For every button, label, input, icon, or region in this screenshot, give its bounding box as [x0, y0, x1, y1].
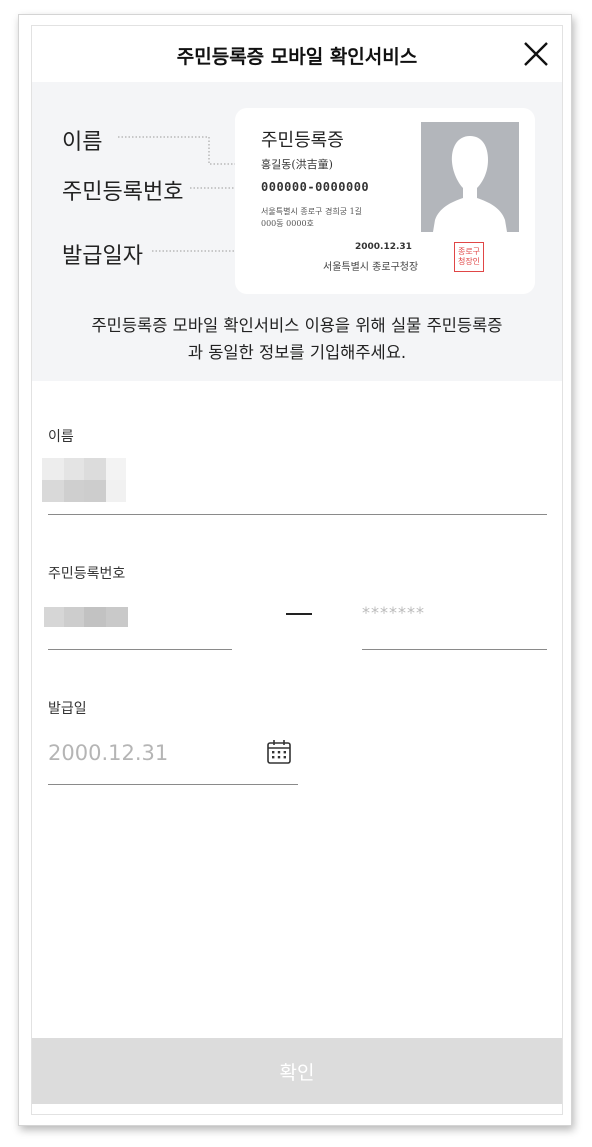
calendar-button[interactable]	[266, 739, 292, 765]
app-screen: 주민등록증 모바일 확인서비스 이름 주민등록번호 발급일자 주민등록증 홍길동…	[31, 25, 563, 1115]
issue-date-underline	[48, 784, 298, 785]
guide-description: 주민등록증 모바일 확인서비스 이용을 위해 실물 주민등록증 과 동일한 정보…	[42, 312, 552, 366]
seal-line1: 종로구	[457, 247, 481, 256]
id-front-input[interactable]	[44, 607, 130, 633]
close-button[interactable]	[518, 36, 554, 72]
id-separator-dash	[286, 613, 312, 615]
id-card-sample: 주민등록증 홍길동(洪吉童) 000000-0000000 서울특별시 종로구 …	[235, 108, 535, 294]
id-back-input[interactable]: *******	[362, 603, 425, 622]
guide-description-line1: 주민등록증 모바일 확인서비스 이용을 위해 실물 주민등록증	[91, 316, 503, 335]
header: 주민등록증 모바일 확인서비스	[32, 26, 562, 82]
id-back-underline	[362, 649, 547, 650]
masked-id-front-value	[44, 607, 128, 627]
name-field-label: 이름	[48, 429, 74, 445]
card-title: 주민등록증	[261, 130, 344, 151]
card-id-number: 000000-0000000	[261, 180, 370, 194]
card-issue-date: 2000.12.31	[355, 242, 412, 252]
masked-name-value	[42, 458, 126, 502]
close-icon	[524, 42, 548, 66]
card-address-line1: 서울특별시 종로구 경희궁 1길	[261, 207, 363, 216]
issue-date-input[interactable]: 2000.12.31	[48, 741, 168, 765]
id-field-label: 주민등록번호	[48, 566, 126, 582]
card-seal-stamp: 종로구 청장인	[454, 242, 484, 272]
calendar-icon	[267, 740, 291, 764]
person-silhouette-icon	[433, 136, 507, 232]
card-name: 홍길동(洪吉童)	[261, 158, 333, 171]
screenshot-frame: 주민등록증 모바일 확인서비스 이름 주민등록번호 발급일자 주민등록증 홍길동…	[18, 14, 572, 1126]
issue-date-field-label: 발급일	[48, 701, 87, 717]
card-photo-placeholder	[421, 122, 519, 232]
id-front-underline	[48, 649, 232, 650]
guide-panel: 이름 주민등록번호 발급일자 주민등록증 홍길동(洪吉童) 000000-000…	[32, 82, 562, 381]
card-address: 서울특별시 종로구 경희궁 1길 000동 0000호	[261, 206, 362, 230]
name-input[interactable]	[42, 458, 128, 506]
page-title: 주민등록증 모바일 확인서비스	[176, 46, 418, 68]
confirm-button[interactable]: 확인	[32, 1038, 562, 1104]
card-address-line2: 000동 0000호	[261, 219, 314, 228]
guide-description-line2: 과 동일한 정보를 기입해주세요.	[187, 343, 407, 362]
card-issuer: 서울특별시 종로구청장	[323, 262, 419, 273]
name-input-underline	[48, 514, 547, 515]
seal-line2: 청장인	[457, 257, 481, 266]
